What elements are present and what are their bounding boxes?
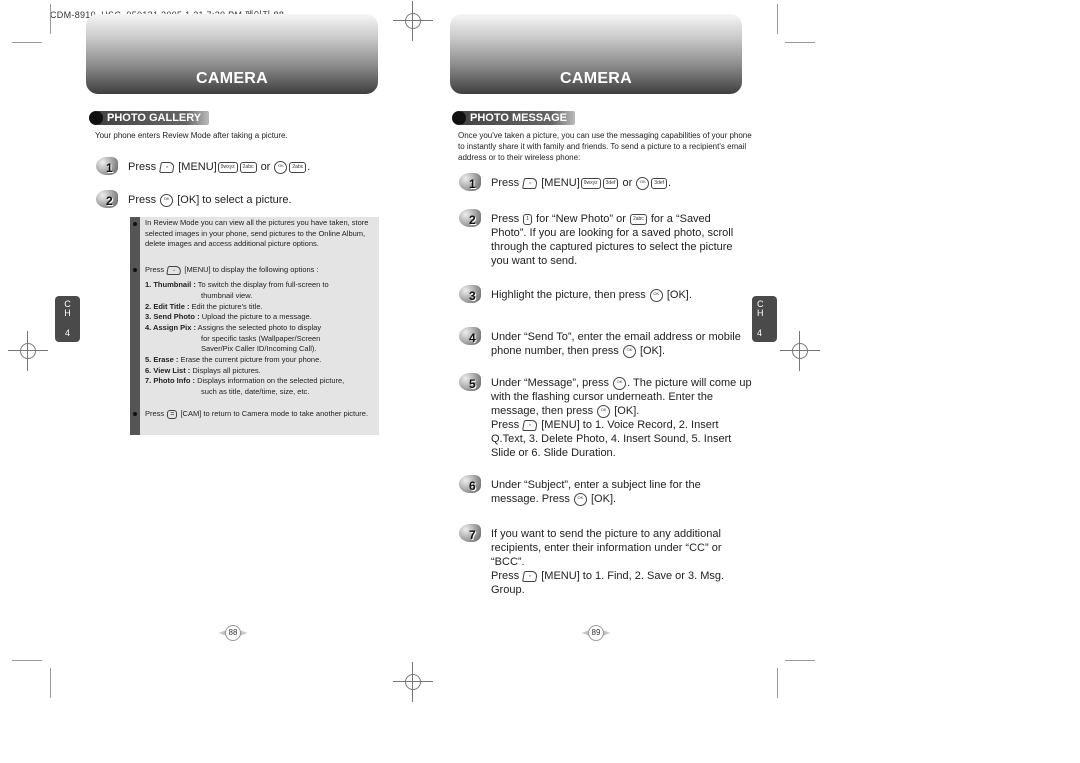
section-intro: Your phone enters Review Mode after taki… (95, 131, 288, 140)
ok-key-icon: OK (597, 404, 611, 418)
step-number-badge: 3 (459, 285, 485, 305)
option-assign-pix: 4. Assign Pix : Assigns the selected pho… (145, 323, 322, 332)
ok-key-icon: OK (573, 492, 587, 506)
step-1: 1 Press - [MENU] 9wxyz 3def or OK 3def. (459, 173, 754, 193)
step-3: 3 Highlight the picture, then press OK [… (459, 285, 754, 305)
menu-softkey-icon: - (522, 419, 539, 431)
section-header-photo-gallery: PHOTO GALLERY (89, 110, 210, 126)
bullet-icon (133, 222, 137, 226)
ok-key-icon: OK (274, 160, 288, 174)
banner-title: CAMERA (559, 70, 633, 87)
ok-key-icon: OK (622, 344, 636, 358)
crop-mark (777, 668, 778, 698)
ok-key-icon: OK (613, 376, 627, 390)
banner-title: CAMERA (195, 70, 269, 87)
step-number-badge: 2 (459, 209, 485, 229)
registration-mark (393, 662, 433, 702)
chapter-number: 4 (64, 328, 70, 338)
bullet-dot-icon (452, 111, 466, 125)
key-9-icon: 9wxyz (580, 177, 601, 189)
key-2-icon: 2abc (629, 213, 647, 225)
bullet-icon (133, 268, 137, 272)
key-1-icon: 1 (523, 213, 532, 225)
option-continuation: thumbnail view. (201, 291, 253, 300)
chapter-tab: CH 4 (55, 296, 80, 342)
step-4: 4 Under “Send To”, enter the email addre… (459, 327, 754, 358)
chapter-tab: CH 4 (752, 296, 777, 342)
option-thumbnail: 1. Thumbnail : To switch the display fro… (145, 280, 329, 289)
chapter-label: CH (757, 299, 764, 318)
registration-mark (8, 331, 48, 371)
step-number-badge: 1 (459, 173, 485, 193)
menu-softkey-icon: - (522, 570, 539, 582)
step-number-badge: 6 (459, 475, 485, 495)
step-number-badge: 1 (96, 157, 122, 177)
option-continuation: such as title, date/time, size, etc. (201, 387, 310, 396)
crop-mark (785, 42, 815, 43)
crop-mark (777, 4, 778, 34)
page-number: 88 (218, 624, 248, 642)
option-continuation: for specific tasks (Wallpaper/Screen (201, 334, 321, 343)
menu-softkey-icon: - (522, 177, 539, 189)
option-view-list: 6. View List : Displays all pictures. (145, 366, 261, 375)
page-number: 89 (581, 624, 611, 642)
option-continuation: Saver/Pix Caller ID/Incoming Call). (201, 344, 317, 353)
step-5: 5 Under “Message”, press OK. The picture… (459, 373, 754, 460)
key-2-icon: 2abc (239, 161, 257, 173)
camera-key-icon: = (167, 409, 178, 419)
option-send-photo: 3. Send Photo : Upload the picture to a … (145, 312, 312, 321)
step-number-badge: 5 (459, 373, 485, 393)
crop-mark (12, 42, 42, 43)
step-1: 1 Press - [MENU] 9wxyz 2abc or OK 2abc. (96, 157, 376, 177)
note-paragraph: Press - [MENU] to display the following … (145, 265, 319, 275)
registration-mark (393, 1, 433, 41)
ok-key-icon: OK (160, 193, 174, 207)
note-sidebar (130, 217, 140, 435)
option-edit-title: 2. Edit Title : Edit the picture's title… (145, 302, 263, 311)
step-7: 7 If you want to send the picture to any… (459, 524, 754, 597)
section-header-photo-message: PHOTO MESSAGE (452, 110, 575, 126)
step-number-badge: 7 (459, 524, 485, 544)
registration-mark (780, 331, 820, 371)
option-photo-info: 7. Photo Info : Displays information on … (145, 376, 345, 385)
ok-key-icon: OK (636, 176, 650, 190)
note-paragraph: Press = [CAM] to return to Camera mode t… (145, 409, 369, 419)
note-box: In Review Mode you can view all the pict… (130, 217, 379, 435)
step-2: 2 Press OK [OK] to select a picture. (96, 190, 376, 210)
crop-mark (50, 668, 51, 698)
bullet-icon (133, 412, 137, 416)
right-page-banner: CAMERA (450, 14, 742, 94)
step-2: 2 Press 1 for “New Photo” or 2abc for a … (459, 209, 754, 268)
key-3-icon: 3def (651, 177, 668, 189)
left-page-banner: CAMERA (86, 14, 378, 94)
key-2-icon: 2abc (289, 161, 307, 173)
menu-softkey-icon: - (166, 265, 183, 275)
key-9-icon: 9wxyz (217, 161, 238, 173)
step-number-badge: 4 (459, 327, 485, 347)
option-erase: 5. Erase : Erase the current picture fro… (145, 355, 322, 364)
step-6: 6 Under “Subject”, enter a subject line … (459, 475, 754, 506)
bullet-dot-icon (89, 111, 103, 125)
key-3-icon: 3def (602, 177, 619, 189)
crop-mark (785, 660, 815, 661)
section-title: PHOTO GALLERY (98, 111, 210, 125)
chapter-label: CH (64, 299, 71, 318)
chapter-number: 4 (757, 328, 763, 338)
section-title: PHOTO MESSAGE (461, 111, 575, 125)
step-number-badge: 2 (96, 190, 122, 210)
section-intro: Once you've taken a picture, you can use… (458, 131, 752, 162)
menu-softkey-icon: - (159, 161, 176, 173)
note-paragraph: In Review Mode you can view all the pict… (145, 218, 369, 249)
crop-mark (50, 4, 51, 34)
ok-key-icon: OK (649, 288, 663, 302)
crop-mark (12, 660, 42, 661)
